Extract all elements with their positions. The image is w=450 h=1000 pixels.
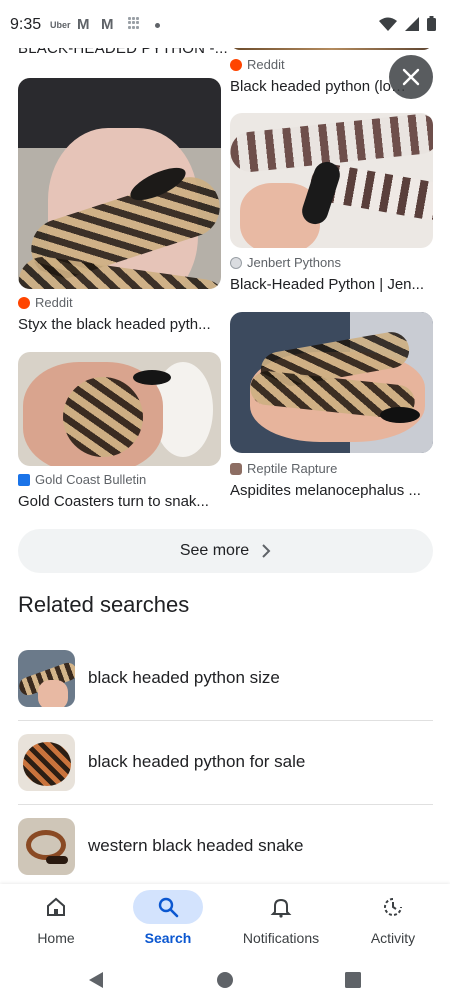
- nav-search[interactable]: Search: [112, 884, 224, 960]
- reptile-rapture-icon: [230, 462, 242, 475]
- result-source: Reddit: [230, 57, 285, 72]
- related-thumbnail: [18, 817, 75, 875]
- result-title[interactable]: Gold Coasters turn to snak...: [18, 493, 218, 510]
- wifi-icon: [379, 17, 397, 31]
- result-image[interactable]: [230, 312, 433, 453]
- status-time: 9:35: [10, 16, 42, 33]
- home-system-button[interactable]: [195, 960, 255, 1000]
- nav-notifications-label: Notifications: [242, 930, 320, 946]
- related-search-label: western black headed snake: [88, 836, 304, 855]
- result-source: Reptile Rapture: [230, 461, 337, 476]
- status-bar: 9:35 Uber M M: [0, 0, 450, 48]
- result-title[interactable]: Aspidites melanocephalus ...: [230, 482, 430, 499]
- signal-icon: [405, 16, 419, 31]
- result-title[interactable]: Black headed python (local...: [230, 78, 410, 95]
- home-icon: [47, 897, 65, 916]
- nav-home[interactable]: Home: [0, 884, 112, 960]
- status-icons: [379, 16, 436, 31]
- result-source: Jenbert Pythons: [230, 255, 341, 270]
- recents-square-icon: [345, 972, 361, 988]
- battery-icon: [427, 16, 436, 31]
- chevron-right-icon: [262, 544, 271, 558]
- search-icon: [158, 897, 179, 918]
- gold-coast-bulletin-icon: [18, 473, 30, 486]
- nav-activity[interactable]: Activity: [337, 884, 449, 960]
- recents-button[interactable]: [323, 960, 383, 1000]
- result-title[interactable]: Black-Headed Python | Jen...: [230, 276, 430, 293]
- activity-icon: [384, 898, 402, 916]
- related-search-item[interactable]: black headed python size: [18, 636, 433, 720]
- nav-notifications[interactable]: Notifications: [225, 884, 337, 960]
- bottom-navigation: Home Search Notifications Activity: [0, 884, 450, 960]
- result-source: Reddit: [18, 295, 73, 310]
- nav-activity-label: Activity: [370, 930, 416, 946]
- related-search-item[interactable]: black headed python for sale: [18, 720, 433, 804]
- see-more-label: See more: [179, 542, 250, 559]
- nav-search-label: Search: [144, 930, 192, 946]
- more-notifications-dot-icon: [155, 23, 160, 28]
- related-thumbnail: [18, 733, 75, 791]
- result-title[interactable]: Styx the black headed pyth...: [18, 316, 218, 333]
- related-search-item[interactable]: western black headed snake: [18, 804, 433, 888]
- reddit-icon: [230, 58, 242, 71]
- related-search-label: black headed python for sale: [88, 752, 306, 771]
- jenbert-pythons-icon: [230, 256, 242, 269]
- system-navigation-bar: [0, 960, 450, 1000]
- related-searches-heading: Related searches: [18, 592, 190, 617]
- home-circle-icon: [217, 972, 233, 988]
- result-source: Gold Coast Bulletin: [18, 472, 146, 487]
- uber-notification-icon: Uber: [50, 20, 71, 30]
- nav-home-label: Home: [37, 930, 75, 946]
- related-search-label: black headed python size: [88, 668, 280, 687]
- result-image[interactable]: [18, 352, 221, 466]
- apps-grid-icon: [128, 17, 140, 29]
- bell-icon: [270, 898, 292, 918]
- close-icon: [402, 68, 420, 86]
- back-button[interactable]: [66, 960, 126, 1000]
- result-image[interactable]: [18, 78, 221, 289]
- reddit-icon: [18, 296, 30, 309]
- close-button[interactable]: [389, 55, 433, 99]
- back-triangle-icon: [89, 972, 103, 988]
- gmail-notification-icon-2: M: [101, 16, 114, 33]
- related-thumbnail: [18, 649, 75, 707]
- see-more-button[interactable]: See more: [18, 529, 433, 573]
- result-image[interactable]: [230, 113, 433, 248]
- gmail-notification-icon: M: [77, 16, 90, 33]
